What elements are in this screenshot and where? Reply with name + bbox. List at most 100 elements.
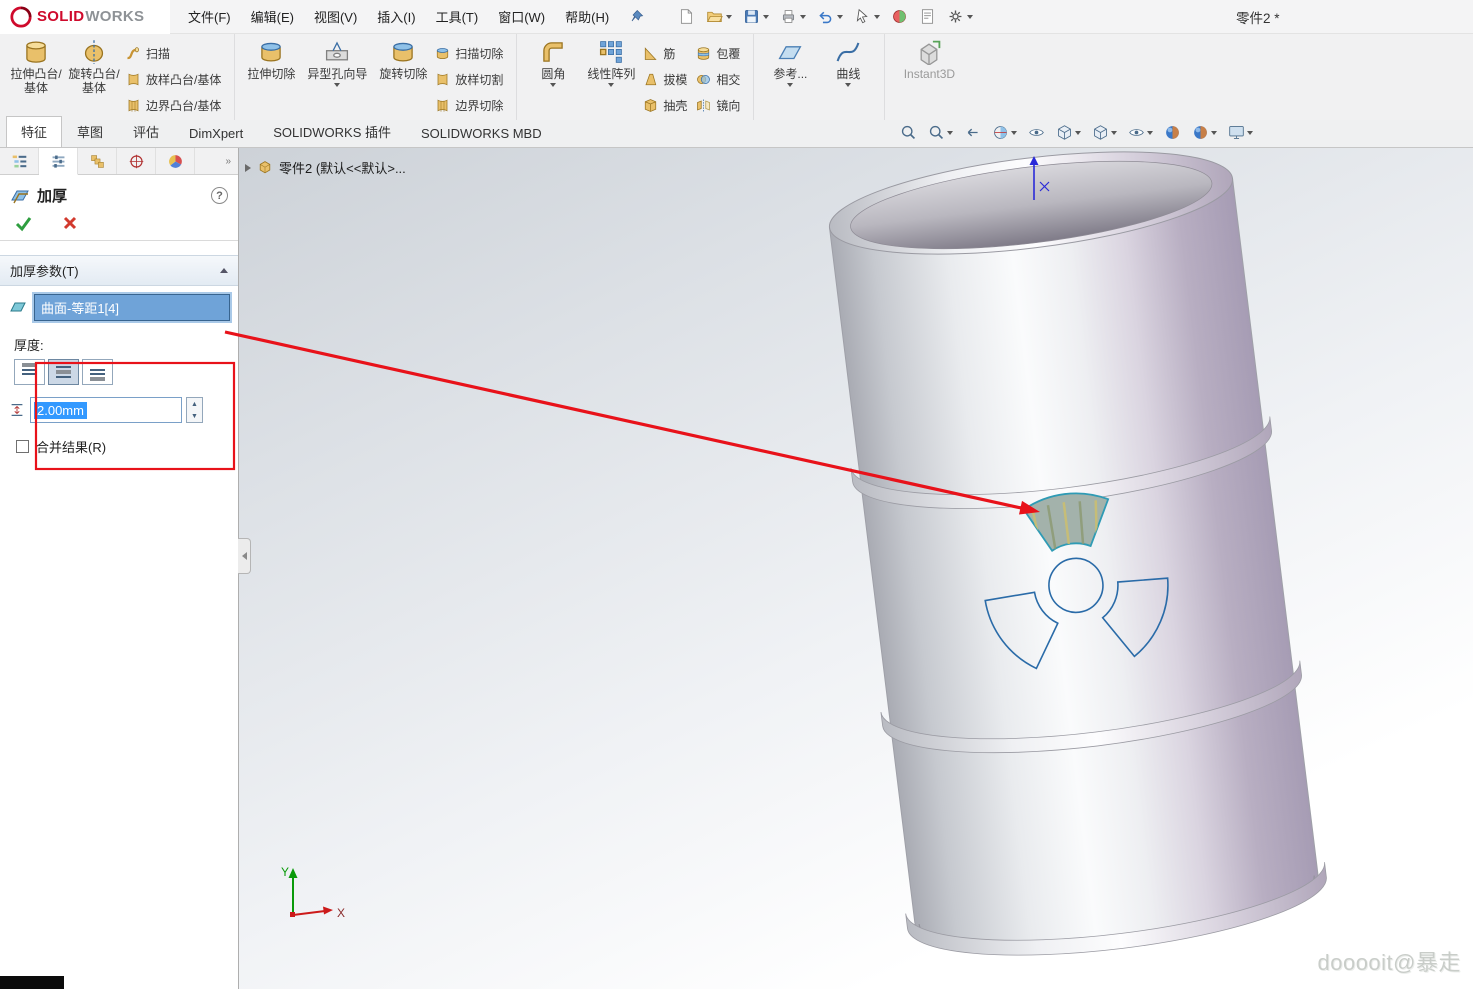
annotation-views-button[interactable] (1026, 123, 1047, 142)
thicken-both-sides-button[interactable] (48, 359, 79, 385)
section-view-button[interactable] (990, 123, 1019, 142)
ribbon-button-reference-geometry[interactable]: 参考... (761, 36, 819, 120)
apply-scene-button[interactable] (1190, 123, 1219, 142)
tree-expander-icon[interactable] (245, 164, 251, 172)
surface-selection-field[interactable]: 曲面-等距1[4] (34, 294, 230, 321)
ribbon-button-instant3d[interactable]: Instant3D (892, 36, 966, 120)
previous-view-button[interactable] (962, 123, 983, 142)
menu-pin-icon[interactable] (619, 0, 654, 34)
cancel-x-button[interactable] (62, 215, 78, 231)
panel-tab-display-manager[interactable] (156, 148, 195, 174)
select-button[interactable] (850, 4, 884, 30)
triad-x-label: X (337, 906, 345, 920)
new-document-button[interactable] (674, 4, 699, 30)
ribb on-stack-rib: 筋 拔模 抽壳 (640, 36, 693, 120)
ribbon-button-curves[interactable]: 曲线 (819, 36, 877, 120)
graphics-viewport[interactable]: Y X 零件2 (默认<<默认>... dooooit@暴走 (239, 148, 1473, 989)
menu-window[interactable]: 窗口(W) (488, 0, 555, 34)
help-button[interactable]: ? (211, 187, 228, 204)
zoom-area-button[interactable] (926, 123, 955, 142)
view-settings-button[interactable] (1226, 123, 1255, 142)
save-button[interactable] (739, 4, 773, 30)
rebuild-button[interactable] (887, 4, 912, 30)
ribbon-button-fillet[interactable]: 圆角 (524, 36, 582, 120)
menu-bar: 文件(F) 编辑(E) 视图(V) 插入(I) 工具(T) 窗口(W) 帮助(H… (178, 0, 654, 34)
ribbon-button-swept-boss[interactable]: 扫描 (123, 40, 227, 66)
ds-logo-icon (10, 6, 32, 28)
hide-show-items-button[interactable] (1126, 123, 1155, 142)
new-document-icon (678, 8, 695, 25)
ribbon-button-revolved-boss[interactable]: 旋转凸台/基体 (65, 36, 123, 120)
ribbon-button-extruded-boss[interactable]: 拉伸凸台/基体 (7, 36, 65, 120)
property-manager-header: 加厚 ? (0, 175, 238, 212)
tab-solidworks-mbd[interactable]: SOLIDWORKS MBD (406, 120, 557, 147)
triad-x-arrowhead (323, 907, 333, 915)
thickness-spinner[interactable]: ▲▼ (186, 397, 203, 423)
ok-check-button[interactable] (14, 214, 32, 232)
ribbon-button-swept-cut[interactable]: 扫描切除 (432, 40, 509, 66)
ribbon-button-rib[interactable]: 筋 (640, 40, 693, 66)
panel-tab-dimxpert[interactable] (117, 148, 156, 174)
ribbon-button-hole-wizard[interactable]: 异型孔向导 (300, 36, 374, 120)
panel-tab-property-manager[interactable] (39, 148, 78, 175)
tab-evaluate[interactable]: 评估 (118, 116, 174, 147)
menu-insert[interactable]: 插入(I) (367, 0, 425, 34)
ribbon-button-lofted-cut[interactable]: 放样切割 (432, 66, 509, 92)
menu-view[interactable]: 视图(V) (304, 0, 367, 34)
rib-icon (643, 46, 658, 61)
print-button[interactable] (776, 4, 810, 30)
tree-root-label[interactable]: 零件2 (默认<<默认>... (279, 158, 406, 177)
display-style-button[interactable] (1090, 123, 1119, 142)
options-button[interactable] (943, 4, 977, 30)
thicken-side1-button[interactable] (14, 359, 45, 385)
ribbon-button-linear-pattern[interactable]: 线性阵列 (582, 36, 640, 120)
file-properties-icon (919, 8, 936, 25)
ribbon-button-intersect[interactable]: 相交 (693, 66, 746, 92)
model-scene: Y X (239, 148, 1473, 989)
ribbon-button-wrap[interactable]: 包覆 (693, 40, 746, 66)
zoom-fit-icon (900, 124, 917, 141)
ribbon-button-draft[interactable]: 拔模 (640, 66, 693, 92)
open-button[interactable] (702, 4, 736, 30)
view-orientation-button[interactable] (1054, 123, 1083, 142)
panel-tab-configurations[interactable] (78, 148, 117, 174)
feature-title: 加厚 (37, 185, 67, 206)
feature-tree-flyout[interactable]: 零件2 (默认<<默认>... (245, 158, 406, 177)
menu-tools[interactable]: 工具(T) (426, 0, 489, 34)
ribbon-button-extruded-cut[interactable]: 拉伸切除 (242, 36, 300, 120)
panel-splitter-handle[interactable] (238, 538, 251, 574)
tab-features[interactable]: 特征 (6, 116, 62, 147)
undo-button[interactable] (813, 4, 847, 30)
surface-selection-row: 曲面-等距1[4] (8, 294, 230, 321)
barrel-model[interactable] (816, 148, 1332, 974)
revolved-boss-icon (81, 39, 107, 65)
thickness-direction-buttons (14, 359, 230, 385)
thickness-input[interactable]: 2.00mm (30, 397, 182, 423)
ribbon-group-boss: 拉伸凸台/基体 旋转凸台/基体 扫描 放样凸台/基体 边界凸台/基体 (0, 34, 235, 120)
menu-file[interactable]: 文件(F) (178, 0, 241, 34)
zoom-fit-button[interactable] (898, 123, 919, 142)
tab-sketch[interactable]: 草图 (62, 116, 118, 147)
thicken-side2-button[interactable] (82, 359, 113, 385)
ribbon-button-mirror[interactable]: 镜向 (693, 92, 746, 118)
tab-dimxpert[interactable]: DimXpert (174, 120, 258, 147)
panel-tab-feature-tree[interactable] (0, 148, 39, 174)
file-properties-button[interactable] (915, 4, 940, 30)
panel-tabs-overflow[interactable]: » (218, 148, 238, 174)
thickness-value-selected: 2.00mm (34, 402, 87, 419)
ribbon-button-shell[interactable]: 抽壳 (640, 92, 693, 118)
menu-edit[interactable]: 编辑(E) (241, 0, 304, 34)
ribbon-button-revolved-cut[interactable]: 旋转切除 (374, 36, 432, 120)
edit-appearance-button[interactable] (1162, 123, 1183, 142)
merge-result-checkbox[interactable] (16, 440, 29, 453)
ribbon-button-boundary-boss[interactable]: 边界凸台/基体 (123, 92, 227, 118)
ribbon-button-lofted-boss[interactable]: 放样凸台/基体 (123, 66, 227, 92)
thicken-parameters-header[interactable]: 加厚参数(T) (0, 255, 238, 286)
ribbon-button-boundary-cut[interactable]: 边界切除 (432, 92, 509, 118)
tab-solidworks-addins[interactable]: SOLIDWORKS 插件 (258, 116, 406, 147)
swept-cut-icon (435, 46, 450, 61)
gear-icon (947, 8, 964, 25)
quick-access-toolbar (674, 4, 977, 30)
menu-help[interactable]: 帮助(H) (555, 0, 619, 34)
wrap-icon (696, 46, 711, 61)
